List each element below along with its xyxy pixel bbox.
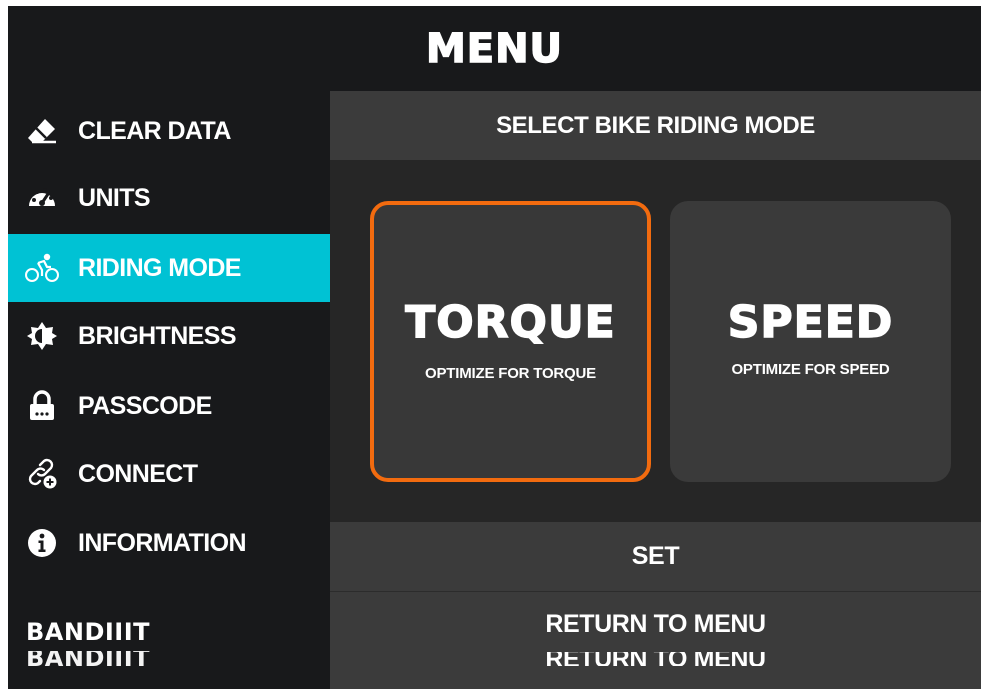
sidebar-item-label: INFORMATION — [78, 528, 247, 557]
speedometer-icon — [24, 180, 60, 216]
sidebar-item-information[interactable]: INFORMATION — [8, 509, 330, 577]
sidebar-item-units[interactable]: UNITS — [8, 164, 330, 232]
page-title: MENU — [425, 25, 564, 73]
mode-title: SPEED — [727, 296, 894, 349]
mode-subtitle: OPTIMIZE FOR TORQUE — [425, 365, 596, 382]
sidebar-item-brightness[interactable]: BRIGHTNESS — [8, 302, 330, 370]
mode-subtitle: OPTIMIZE FOR SPEED — [731, 361, 890, 378]
sidebar: CLEAR DATA UNITS RIDING MODE BRIGHTNESS … — [8, 91, 330, 689]
panel-title: SELECT BIKE RIDING MODE — [496, 111, 815, 139]
panel-header: SELECT BIKE RIDING MODE — [330, 91, 981, 160]
sidebar-item-label: CLEAR DATA — [78, 116, 231, 145]
lock-icon — [24, 388, 60, 424]
mode-title: TORQUE — [405, 296, 616, 349]
sidebar-item-label: BRIGHTNESS — [78, 321, 237, 350]
eraser-icon — [24, 113, 60, 149]
sidebar-item-label: PASSCODE — [78, 391, 212, 420]
info-icon — [24, 525, 60, 561]
sidebar-item-connect[interactable]: CONNECT — [8, 440, 330, 508]
sidebar-item-label: UNITS — [78, 183, 151, 212]
sidebar-item-riding-mode[interactable]: RIDING MODE — [8, 234, 330, 302]
brightness-icon — [24, 318, 60, 354]
set-button-label: SET — [631, 542, 680, 570]
sidebar-item-label: CONNECT — [78, 459, 198, 488]
return-button-label-ghost: RETURN TO MENU — [545, 652, 766, 666]
riding-mode-panel: SELECT BIKE RIDING MODE TORQUE OPTIMIZE … — [330, 91, 981, 689]
sidebar-item-label: RIDING MODE — [78, 253, 241, 282]
mode-card-torque[interactable]: TORQUE OPTIMIZE FOR TORQUE — [370, 201, 651, 482]
sidebar-item-passcode[interactable]: PASSCODE — [8, 372, 330, 440]
link-icon — [24, 456, 60, 492]
brand-logo-ghost: BANDIIIT — [26, 651, 151, 672]
device-screen: MENU CLEAR DATA UNITS RIDING MODE BRIGHT… — [8, 6, 981, 689]
header: MENU — [8, 6, 981, 91]
mode-card-speed[interactable]: SPEED OPTIMIZE FOR SPEED — [670, 201, 951, 482]
cyclist-icon — [24, 250, 60, 286]
brand-logo: BANDIIIT — [26, 618, 151, 646]
set-button[interactable]: SET — [330, 522, 981, 591]
return-button-label: RETURN TO MENU — [545, 610, 766, 638]
return-to-menu-button[interactable]: RETURN TO MENU RETURN TO MENU — [330, 592, 981, 689]
sidebar-item-clear-data[interactable]: CLEAR DATA — [8, 97, 330, 165]
